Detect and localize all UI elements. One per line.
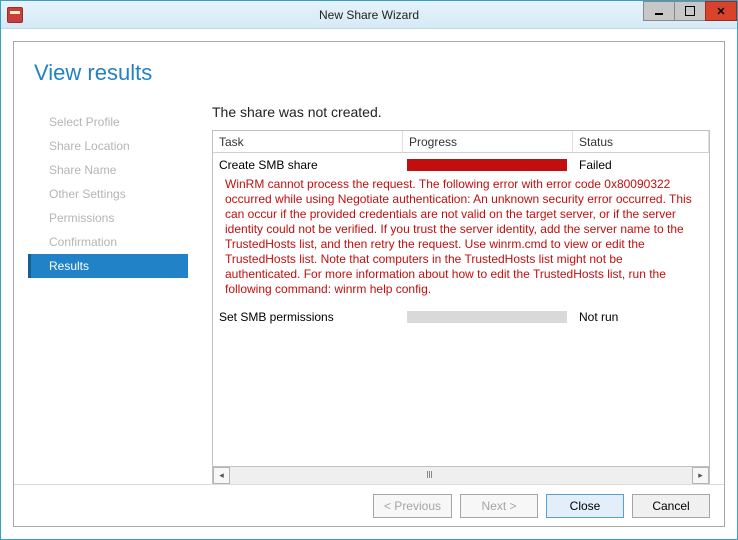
nav-item-other-settings: Other Settings: [28, 182, 188, 206]
close-button[interactable]: Close: [546, 494, 624, 518]
task-name: Set SMB permissions: [217, 310, 407, 324]
progress-fill: [407, 311, 567, 323]
client-area: View results Select Profile Share Locati…: [1, 29, 737, 539]
wizard-inner: View results Select Profile Share Locati…: [13, 41, 725, 527]
task-name: Create SMB share: [217, 158, 407, 172]
scroll-track[interactable]: [230, 467, 692, 484]
app-icon: [7, 7, 23, 23]
column-task[interactable]: Task: [213, 131, 403, 152]
task-row: Create SMB share Failed: [217, 155, 705, 175]
window-title: New Share Wizard: [1, 8, 737, 22]
window-controls: [644, 1, 737, 21]
task-table: Task Progress Status Create SMB share: [212, 130, 710, 484]
wizard-body: Select Profile Share Location Share Name…: [28, 104, 710, 484]
progress-bar-notrun: [407, 311, 567, 323]
wizard-nav: Select Profile Share Location Share Name…: [28, 104, 188, 484]
nav-item-confirmation: Confirmation: [28, 230, 188, 254]
scroll-right-button[interactable]: ▸: [692, 467, 709, 484]
task-row: Set SMB permissions Not run: [217, 307, 705, 327]
titlebar: New Share Wizard: [1, 1, 737, 29]
task-error-message: WinRM cannot process the request. The fo…: [217, 175, 705, 307]
progress-fill: [407, 159, 567, 171]
task-body: Create SMB share Failed WinRM cannot pro…: [213, 153, 709, 466]
wizard-window: New Share Wizard View results Select Pro…: [0, 0, 738, 540]
column-progress[interactable]: Progress: [403, 131, 573, 152]
minimize-button[interactable]: [643, 1, 675, 21]
task-status: Failed: [577, 158, 705, 172]
nav-item-results[interactable]: Results: [28, 254, 188, 278]
result-message: The share was not created.: [212, 104, 710, 120]
page-heading: View results: [34, 60, 710, 86]
scroll-left-button[interactable]: ◂: [213, 467, 230, 484]
nav-item-permissions: Permissions: [28, 206, 188, 230]
previous-button: < Previous: [373, 494, 452, 518]
wizard-footer: < Previous Next > Close Cancel: [14, 484, 724, 526]
task-status: Not run: [577, 310, 705, 324]
nav-item-share-location: Share Location: [28, 134, 188, 158]
nav-item-share-name: Share Name: [28, 158, 188, 182]
task-progress: [407, 159, 577, 171]
task-progress: [407, 311, 577, 323]
progress-bar-error: [407, 159, 567, 171]
task-header: Task Progress Status: [213, 131, 709, 153]
maximize-button[interactable]: [674, 1, 706, 21]
column-status[interactable]: Status: [573, 131, 709, 152]
horizontal-scrollbar[interactable]: ◂ ▸: [213, 466, 709, 483]
nav-item-select-profile: Select Profile: [28, 110, 188, 134]
next-button: Next >: [460, 494, 538, 518]
scroll-thumb[interactable]: [415, 469, 445, 480]
window-close-button[interactable]: [705, 1, 737, 21]
cancel-button[interactable]: Cancel: [632, 494, 710, 518]
wizard-main: The share was not created. Task Progress…: [188, 104, 710, 484]
